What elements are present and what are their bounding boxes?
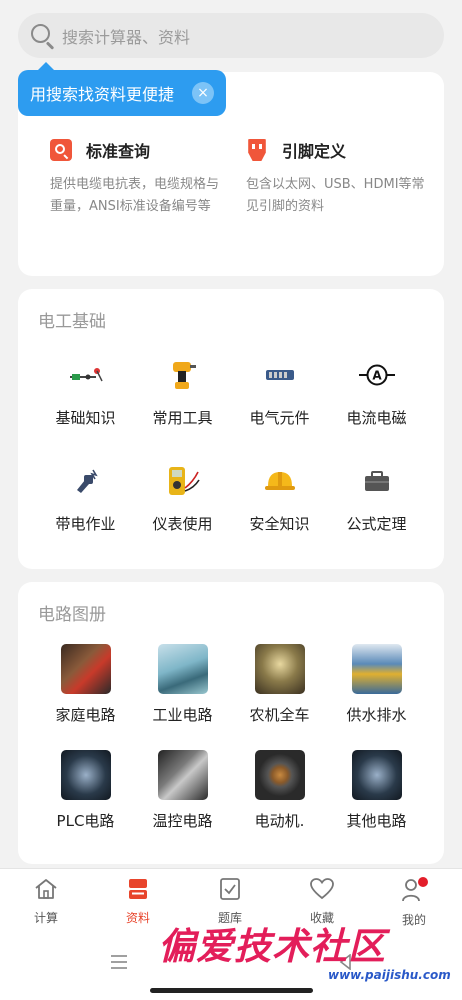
component-icon: [231, 355, 328, 395]
profile-icon: [402, 877, 428, 902]
album-label: 其他电路: [346, 812, 407, 830]
ammeter-icon: A: [328, 355, 425, 395]
album-label: 农机全车: [249, 706, 310, 724]
feature-desc: 包含以太网、USB、HDMI等常见引脚的资料: [246, 177, 425, 214]
album-item-plc[interactable]: PLC电路: [37, 750, 134, 831]
toolbox-icon: [328, 461, 425, 501]
electrical-basics-card: 电工基础 基础知识 常用工具 电气元件 A 电流电磁 带电作业 仪表使用 安全知…: [18, 289, 444, 569]
tab-calculate[interactable]: 计算: [0, 877, 92, 926]
menu-icon[interactable]: [110, 954, 128, 970]
basics-icon: [37, 355, 134, 395]
section-title: 电路图册: [38, 605, 106, 625]
feature-title: 标准查询: [86, 142, 151, 161]
album-item-other[interactable]: 其他电路: [328, 750, 425, 831]
tab-label: 计算: [33, 911, 58, 925]
grid-item-formulas[interactable]: 公式定理: [328, 461, 425, 534]
album-item-water[interactable]: 供水排水: [328, 644, 425, 725]
watermark-logo: 偏爱技术社区: [158, 924, 386, 968]
heart-icon: [310, 878, 334, 900]
album-label: 温控电路: [152, 812, 213, 830]
album-item-farm[interactable]: 农机全车: [231, 644, 328, 725]
album-item-temp[interactable]: 温控电路: [134, 750, 231, 831]
materials-icon: [129, 879, 147, 899]
album-item-industrial[interactable]: 工业电路: [134, 644, 231, 725]
industrial-circuit-thumbnail: [157, 644, 208, 694]
multimeter-icon: [134, 461, 231, 501]
grid-item-basics[interactable]: 基础知识: [37, 355, 134, 428]
pin-definition-feature[interactable]: 引脚定义 包含以太网、USB、HDMI等常见引脚的资料: [246, 138, 426, 218]
helmet-icon: [231, 461, 328, 501]
search-input[interactable]: 搜索计算器、资料: [62, 24, 190, 48]
grid-item-live-work[interactable]: 带电作业: [37, 461, 134, 534]
question-bank-icon: [220, 878, 240, 900]
svg-text:A: A: [372, 369, 382, 383]
search-bar[interactable]: 搜索计算器、资料: [18, 13, 444, 58]
grid-label: 公式定理: [346, 515, 407, 533]
farm-vehicle-thumbnail: [254, 644, 305, 694]
album-item-home[interactable]: 家庭电路: [37, 644, 134, 725]
temperature-control-thumbnail: [157, 750, 208, 800]
home-icon: [35, 879, 57, 899]
plc-circuit-thumbnail: [60, 750, 111, 800]
grid-item-components[interactable]: 电气元件: [231, 355, 328, 428]
grid-label: 电气元件: [249, 409, 310, 427]
home-circuit-thumbnail: [60, 644, 111, 694]
search-tip-tooltip: 用搜索找资料更便捷 ×: [18, 62, 226, 116]
search-icon: [30, 23, 56, 50]
circuit-album-card: 电路图册 家庭电路 工业电路 农机全车 供水排水 PLC电路 温控电路 电动机.…: [18, 582, 444, 864]
feature-title: 引脚定义: [282, 142, 347, 161]
standard-query-feature[interactable]: 标准查询 提供电缆电抗表，电缆规格与重量，ANSI标准设备编号等: [50, 138, 230, 218]
tooltip-close-button[interactable]: ×: [192, 82, 214, 104]
album-label: 电动机.: [254, 812, 305, 830]
watermark-url: www.paijishu.com: [328, 968, 451, 982]
album-label: 工业电路: [152, 706, 213, 724]
search-doc-icon: [50, 139, 72, 161]
other-circuit-thumbnail: [351, 750, 402, 800]
home-indicator[interactable]: [150, 988, 313, 993]
grid-label: 仪表使用: [152, 515, 213, 533]
album-item-motor[interactable]: 电动机.: [231, 750, 328, 831]
grid-label: 基础知识: [55, 409, 116, 427]
live-work-icon: [37, 461, 134, 501]
section-title: 电工基础: [38, 312, 106, 332]
connector-pin-icon: [248, 139, 266, 161]
water-supply-thumbnail: [351, 644, 402, 694]
grid-label: 带电作业: [55, 515, 116, 533]
grid-label: 常用工具: [152, 409, 213, 427]
grid-item-current[interactable]: A 电流电磁: [328, 355, 425, 428]
grid-label: 安全知识: [249, 515, 310, 533]
grid-item-tools[interactable]: 常用工具: [134, 355, 231, 428]
album-label: PLC电路: [56, 812, 115, 830]
motor-thumbnail: [254, 750, 305, 800]
drill-icon: [134, 355, 231, 395]
grid-item-meter[interactable]: 仪表使用: [134, 461, 231, 534]
album-label: 供水排水: [346, 706, 407, 724]
grid-item-safety[interactable]: 安全知识: [231, 461, 328, 534]
album-label: 家庭电路: [55, 706, 116, 724]
feature-desc: 提供电缆电抗表，电缆规格与重量，ANSI标准设备编号等: [50, 177, 220, 214]
grid-label: 电流电磁: [346, 409, 407, 427]
tooltip-text: 用搜索找资料更便捷: [30, 85, 175, 104]
